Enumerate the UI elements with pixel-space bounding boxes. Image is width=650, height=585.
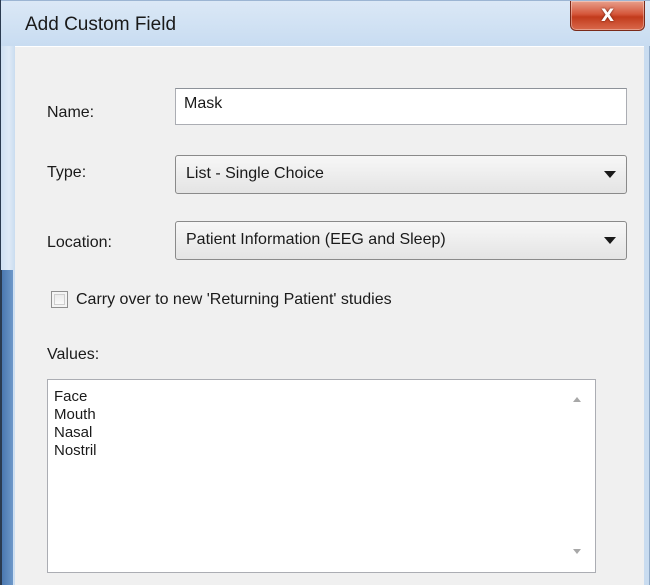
values-label: Values: [47, 346, 100, 363]
type-selected-value: List - Single Choice [186, 165, 324, 182]
type-dropdown[interactable]: List - Single Choice [175, 155, 627, 194]
list-item[interactable]: Face [54, 388, 97, 406]
close-icon: X [600, 5, 615, 26]
name-input[interactable]: Mask [175, 88, 627, 125]
location-dropdown[interactable]: Patient Information (EEG and Sleep) [175, 221, 627, 260]
scroll-down-arrow-icon[interactable] [573, 549, 581, 554]
type-label: Type: [47, 164, 87, 181]
title-bar[interactable]: Add Custom Field X [1, 0, 650, 46]
window-title: Add Custom Field [25, 14, 177, 35]
location-selected-value: Patient Information (EEG and Sleep) [186, 231, 446, 248]
values-list: Face Mouth Nasal Nostril [54, 388, 97, 460]
chevron-down-icon [604, 237, 616, 244]
location-label: Location: [47, 234, 112, 251]
carry-over-label[interactable]: Carry over to new 'Returning Patient' st… [76, 291, 392, 309]
list-item[interactable]: Nostril [54, 442, 97, 460]
scroll-up-arrow-icon[interactable] [573, 397, 581, 402]
chevron-down-icon [604, 171, 616, 178]
list-item[interactable]: Mouth [54, 406, 97, 424]
window-edge-accent [1, 270, 13, 585]
list-item[interactable]: Nasal [54, 424, 97, 442]
close-button[interactable]: X [570, 1, 645, 31]
carry-over-checkbox[interactable] [51, 291, 68, 308]
name-label: Name: [47, 104, 95, 121]
values-listbox[interactable]: Face Mouth Nasal Nostril [47, 379, 596, 573]
dialog-window: Add Custom Field X Name: Mask Type: List… [0, 0, 650, 585]
